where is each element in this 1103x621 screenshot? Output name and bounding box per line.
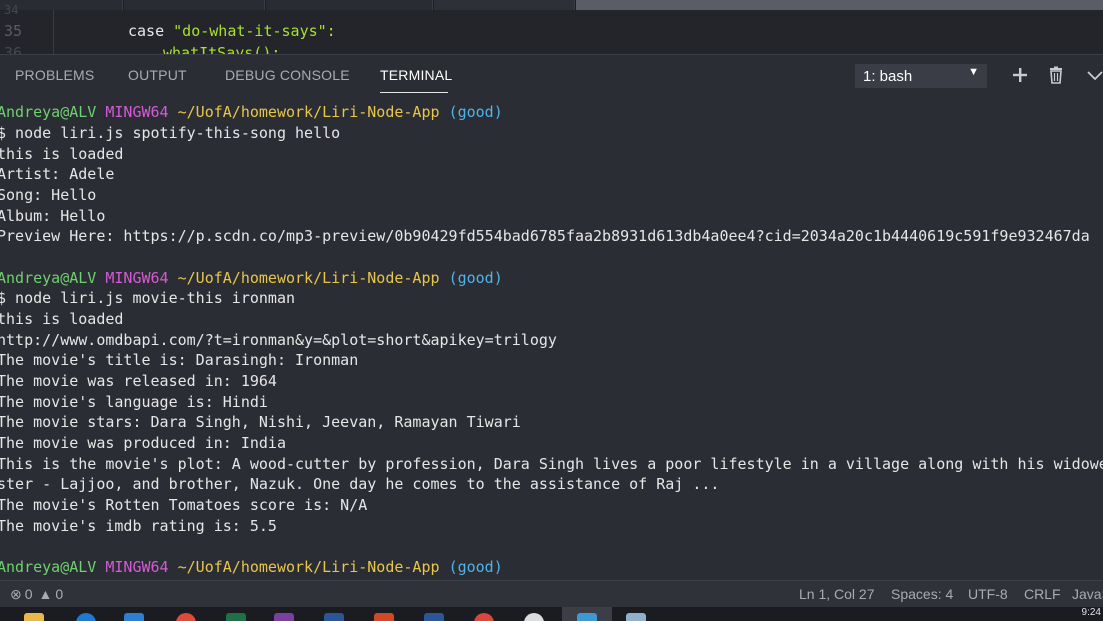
terminal-prompt: Andreya@ALV MINGW64 ~/UofA/homework/Liri… <box>0 102 503 122</box>
folder-icon[interactable] <box>24 613 44 621</box>
terminal-line: this is loaded <box>0 145 124 163</box>
indentation-setting[interactable]: Spaces: 4 <box>891 586 953 602</box>
prompt-branch: (good) <box>448 103 503 121</box>
terminal-prompt: Andreya@ALV MINGW64 ~/UofA/homework/Liri… <box>0 557 503 577</box>
terminal-line: $ node liri.js spotify-this-song hello <box>0 124 341 142</box>
editor-horizontal-scrollbar[interactable] <box>576 0 1103 10</box>
terminal-line: ster - Lajjoo, and brother, Nazuk. One d… <box>0 475 720 493</box>
chevron-down-icon[interactable] <box>1085 65 1103 85</box>
clock[interactable]: 9:24 <box>1082 607 1101 618</box>
app-icon[interactable] <box>626 613 646 621</box>
outlook-icon[interactable] <box>324 613 344 621</box>
prompt-path: ~/UofA/homework/Liri-Node-App <box>177 103 440 121</box>
terminal-line: The movie stars: Dara Singh, Nishi, Jeev… <box>0 413 521 431</box>
trash-icon[interactable] <box>1046 65 1066 85</box>
terminal-line: Album: Hello <box>0 207 106 225</box>
prompt-system: MINGW64 <box>105 103 169 121</box>
code-line[interactable]: case "do-what-it-says": <box>128 22 336 40</box>
status-bar: ⊗ 0 ▲ 0 Ln 1, Col 27 Spaces: 4 UTF-8 CRLF J… <box>0 580 1103 608</box>
word-icon[interactable] <box>424 613 444 621</box>
terminal-line: The movie's Rotten Tomatoes score is: N/… <box>0 496 368 514</box>
terminal-line: The movie's language is: Hindi <box>0 393 268 411</box>
terminal-line: Song: Hello <box>0 186 97 204</box>
browser-icon[interactable] <box>76 613 96 621</box>
terminal-line: this is loaded <box>0 310 124 328</box>
editor-tab[interactable] <box>266 0 433 10</box>
terminal-line: This is the movie's plot: A wood-cutter … <box>0 455 1103 473</box>
line-number: 35 <box>4 22 23 40</box>
prompt-path: ~/UofA/homework/Liri-Node-App <box>177 558 440 576</box>
chrome-icon[interactable] <box>176 613 196 621</box>
warning-count: 0 <box>55 586 64 602</box>
terminal-line: The movie's imdb rating is: 5.5 <box>0 517 277 535</box>
terminal-instance-select[interactable]: 1: bash ▼ <box>855 64 987 88</box>
editor-tab[interactable] <box>124 0 265 10</box>
warning-icon: ▲ <box>38 586 53 602</box>
gutter-divider <box>53 10 54 54</box>
app-icon[interactable] <box>474 613 494 621</box>
prompt-branch: (good) <box>448 269 503 287</box>
problems-indicator[interactable]: ⊗ 0 ▲ 0 <box>10 586 69 603</box>
caret-down-icon: ▼ <box>968 66 979 78</box>
prompt-system: MINGW64 <box>105 558 169 576</box>
panel-header: PROBLEMS OUTPUT DEBUG CONSOLE TERMINAL 1… <box>0 54 1103 95</box>
tab-output[interactable]: OUTPUT <box>128 67 187 83</box>
terminal-output[interactable]: Andreya@ALV MINGW64 ~/UofA/homework/Liri… <box>0 94 1103 580</box>
line-ending[interactable]: CRLF <box>1024 586 1061 602</box>
tab-problems[interactable]: PROBLEMS <box>15 67 94 83</box>
terminal-line: The movie's title is: Darasingh: Ironman <box>0 351 359 369</box>
onenote-icon[interactable] <box>274 613 294 621</box>
app-icon[interactable] <box>524 613 544 621</box>
tab-terminal[interactable]: TERMINAL <box>380 67 452 83</box>
error-icon: ⊗ <box>10 586 22 602</box>
line-number: 34 <box>4 3 19 17</box>
file-encoding[interactable]: UTF-8 <box>968 586 1008 602</box>
active-tab-indicator <box>380 92 448 93</box>
plus-icon[interactable] <box>1010 65 1030 85</box>
terminal-line: $ node liri.js movie-this ironman <box>0 289 296 307</box>
terminal-line: The movie was released in: 1964 <box>0 372 277 390</box>
terminal-line: http://www.omdbapi.com/?t=ironman&y=&plo… <box>0 331 557 349</box>
terminal-prompt: Andreya@ALV MINGW64 ~/UofA/homework/Liri… <box>0 268 503 288</box>
prompt-branch: (good) <box>448 558 503 576</box>
excel-icon[interactable] <box>226 613 246 621</box>
prompt-system: MINGW64 <box>105 269 169 287</box>
editor-tab-strip <box>0 0 1103 10</box>
code-string: "do-what-it-says": <box>173 22 336 40</box>
language-mode[interactable]: JavaS <box>1072 586 1103 602</box>
code-line-next[interactable]: whatItSays(); <box>163 44 280 54</box>
terminal-line: Artist: Adele <box>0 165 115 183</box>
terminal-select-value: 1: bash <box>863 68 913 85</box>
code-keyword: case <box>128 22 174 40</box>
terminal-line: Preview Here: https://p.scdn.co/mp3-prev… <box>0 227 1090 245</box>
os-taskbar: 9:24 <box>0 607 1103 621</box>
cursor-position[interactable]: Ln 1, Col 27 <box>799 586 875 602</box>
store-icon[interactable] <box>124 613 144 621</box>
line-number: 36 <box>4 44 23 54</box>
prompt-path: ~/UofA/homework/Liri-Node-App <box>177 269 440 287</box>
prompt-user: Andreya@ALV <box>0 269 97 287</box>
tab-debug-console[interactable]: DEBUG CONSOLE <box>225 67 350 83</box>
editor-area[interactable]: 34 35 36 case "do-what-it-says": whatItS… <box>0 0 1103 54</box>
terminal-line: The movie was produced in: India <box>0 434 286 452</box>
editor-tab-active[interactable] <box>434 0 575 10</box>
prompt-user: Andreya@ALV <box>0 558 97 576</box>
vscode-icon[interactable] <box>577 613 597 621</box>
powerpoint-icon[interactable] <box>374 613 394 621</box>
error-count: 0 <box>24 586 33 602</box>
prompt-user: Andreya@ALV <box>0 103 97 121</box>
